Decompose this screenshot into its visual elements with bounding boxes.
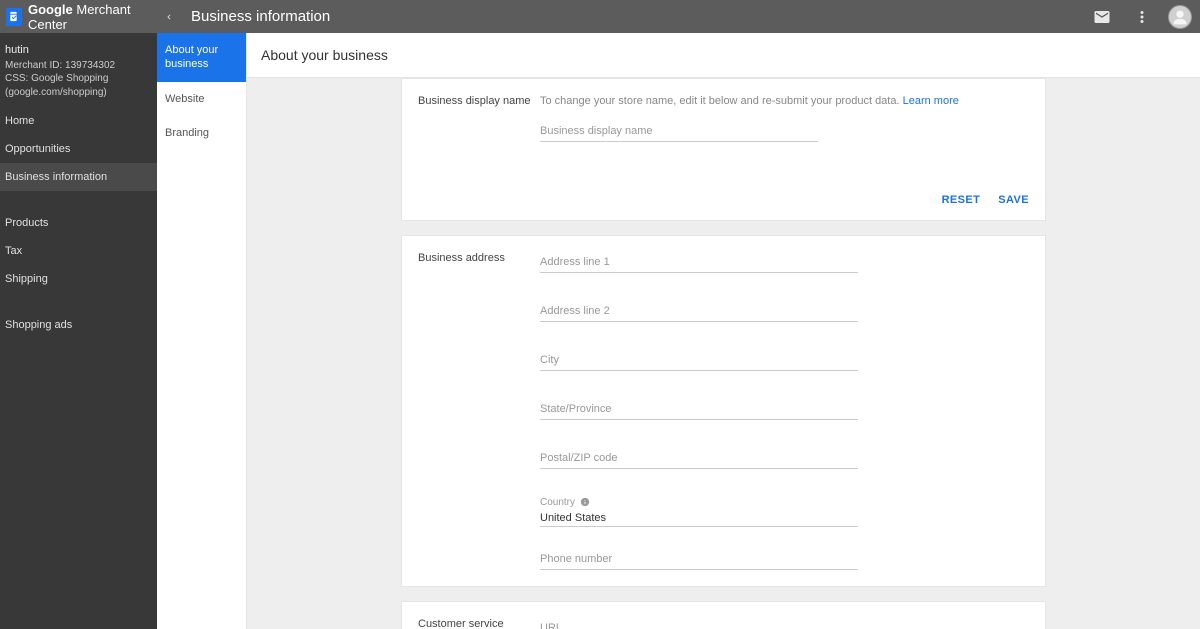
- state-input[interactable]: [540, 399, 858, 420]
- card-label: Customer service contact: [402, 618, 540, 629]
- header-left: Google Merchant Center Business informat…: [0, 0, 330, 33]
- nav-spacer: [0, 191, 157, 209]
- business-display-name-input[interactable]: [540, 121, 818, 142]
- secondary-nav-item[interactable]: Branding: [157, 116, 246, 150]
- card-business-address: Business address Country United St: [401, 235, 1046, 587]
- primary-nav-item[interactable]: Shopping ads: [0, 311, 157, 339]
- account-css-label: CSS: Google Shopping: [5, 72, 152, 86]
- header-right: [1088, 3, 1192, 31]
- phone-input[interactable]: [540, 549, 858, 570]
- save-button[interactable]: SAVE: [998, 194, 1029, 206]
- merchant-center-icon: [6, 8, 22, 26]
- cs-url-input[interactable]: [540, 618, 858, 629]
- collapse-nav-button[interactable]: [157, 12, 181, 22]
- secondary-nav-item[interactable]: About your business: [157, 33, 246, 82]
- info-icon[interactable]: [580, 497, 590, 507]
- helper-text: To change your store name, edit it below…: [540, 95, 1005, 107]
- product-logo[interactable]: Google Merchant Center: [0, 2, 157, 32]
- address-line-2-input[interactable]: [540, 301, 858, 322]
- product-name: Google Merchant Center: [28, 2, 157, 32]
- primary-nav-item[interactable]: Home: [0, 107, 157, 135]
- primary-nav-item[interactable]: Products: [0, 209, 157, 237]
- country-value[interactable]: United States: [540, 510, 858, 527]
- card-label: Business address: [402, 252, 540, 586]
- address-line-1-input[interactable]: [540, 252, 858, 273]
- main-layout: hutin Merchant ID: 139734302 CSS: Google…: [0, 33, 1200, 629]
- learn-more-link[interactable]: Learn more: [903, 95, 959, 107]
- more-icon[interactable]: [1128, 3, 1156, 31]
- secondary-nav-item[interactable]: Website: [157, 82, 246, 116]
- primary-nav-item[interactable]: Shipping: [0, 265, 157, 293]
- content-title: About your business: [247, 33, 1200, 78]
- card-display-name: Business display name To change your sto…: [401, 78, 1046, 221]
- page-title: Business information: [191, 8, 330, 25]
- primary-nav-item[interactable]: Business information: [0, 163, 157, 191]
- nav-spacer: [0, 293, 157, 311]
- city-input[interactable]: [540, 350, 858, 371]
- primary-nav-item[interactable]: Opportunities: [0, 135, 157, 163]
- zip-input[interactable]: [540, 448, 858, 469]
- content-area: About your business Business display nam…: [247, 33, 1200, 629]
- card-label: Business display name: [402, 95, 540, 170]
- account-name: hutin: [5, 43, 152, 58]
- card-actions: RESET SAVE: [402, 170, 1045, 220]
- primary-nav-item[interactable]: Tax: [0, 237, 157, 265]
- avatar[interactable]: [1168, 5, 1192, 29]
- mail-icon[interactable]: [1088, 3, 1116, 31]
- primary-sidebar: hutin Merchant ID: 139734302 CSS: Google…: [0, 33, 157, 629]
- account-css-url: (google.com/shopping): [5, 86, 152, 100]
- account-merchant-id: Merchant ID: 139734302: [5, 59, 152, 73]
- card-customer-service: Customer service contact: [401, 601, 1046, 629]
- secondary-sidebar: About your businessWebsiteBranding: [157, 33, 247, 629]
- app-header: Google Merchant Center Business informat…: [0, 0, 1200, 33]
- account-block[interactable]: hutin Merchant ID: 139734302 CSS: Google…: [0, 33, 157, 107]
- reset-button[interactable]: RESET: [942, 194, 981, 206]
- content-body: Business display name To change your sto…: [247, 78, 1200, 629]
- country-label: Country: [540, 497, 858, 508]
